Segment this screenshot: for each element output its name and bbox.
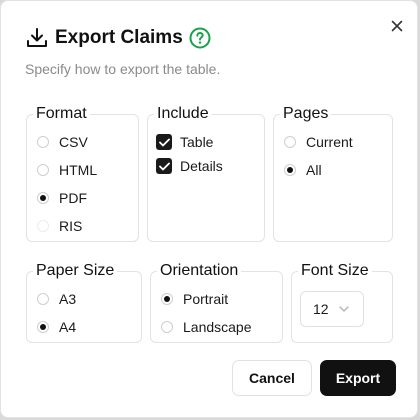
option-label: Current (306, 134, 353, 150)
radio-pdf[interactable] (37, 192, 49, 204)
format-option-html[interactable]: HTML (37, 162, 97, 178)
check-icon (158, 138, 170, 146)
format-legend: Format (33, 105, 90, 123)
help-circle-icon[interactable] (189, 27, 211, 49)
dialog-subtitle: Specify how to export the table. (25, 61, 221, 77)
radio-ris[interactable] (37, 220, 49, 232)
checkbox-table[interactable] (156, 134, 172, 150)
option-label: Table (180, 134, 214, 150)
radio-csv[interactable] (37, 136, 49, 148)
option-label: Details (180, 158, 223, 174)
option-label: PDF (59, 190, 87, 206)
dialog-header: Export Claims (25, 25, 211, 51)
orientation-group: Orientation Portrait Landscape (150, 262, 283, 343)
orientation-legend: Orientation (157, 262, 242, 280)
include-option-details[interactable]: Details (156, 158, 223, 174)
format-option-pdf[interactable]: PDF (37, 190, 87, 206)
font-size-select[interactable]: 12 (300, 291, 364, 327)
paper-size-legend: Paper Size (33, 262, 118, 280)
download-icon (25, 26, 49, 50)
paper-size-option-a4[interactable]: A4 (37, 319, 76, 335)
option-label: Portrait (183, 291, 229, 307)
radio-a4[interactable] (37, 321, 49, 333)
format-group: Format CSV HTML PDF RIS (26, 105, 139, 242)
option-label: CSV (59, 134, 88, 150)
format-option-ris[interactable]: RIS (37, 218, 82, 234)
pages-option-all[interactable]: All (284, 162, 322, 178)
pages-legend: Pages (280, 105, 332, 123)
radio-portrait[interactable] (161, 293, 173, 305)
chevron-down-icon (338, 306, 349, 312)
option-label: HTML (59, 162, 98, 178)
dialog-title: Export Claims (55, 27, 183, 48)
radio-html[interactable] (37, 164, 49, 176)
option-label: Landscape (183, 319, 252, 335)
option-label: A4 (59, 319, 77, 335)
format-option-csv[interactable]: CSV (37, 134, 88, 150)
include-group: Include Table Details (147, 105, 265, 242)
export-dialog: Export Claims Specify how to export the … (0, 0, 418, 418)
include-legend: Include (154, 105, 212, 123)
radio-landscape[interactable] (161, 321, 173, 333)
close-button[interactable] (387, 16, 407, 36)
paper-size-group: Paper Size A3 A4 (26, 262, 142, 343)
cancel-button[interactable]: Cancel (232, 360, 312, 396)
close-icon[interactable] (391, 20, 403, 32)
pages-group: Pages Current All (273, 105, 393, 242)
font-size-legend: Font Size (298, 262, 372, 280)
check-icon (158, 162, 170, 170)
radio-a3[interactable] (37, 293, 49, 305)
include-option-table[interactable]: Table (156, 134, 213, 150)
radio-current[interactable] (284, 136, 296, 148)
option-label: RIS (59, 218, 83, 234)
radio-all[interactable] (284, 164, 296, 176)
paper-size-option-a3[interactable]: A3 (37, 291, 76, 307)
checkbox-details[interactable] (156, 158, 172, 174)
option-label: A3 (59, 291, 77, 307)
font-size-value: 12 (313, 301, 329, 317)
orientation-option-landscape[interactable]: Landscape (161, 319, 252, 335)
pages-option-current[interactable]: Current (284, 134, 353, 150)
orientation-option-portrait[interactable]: Portrait (161, 291, 228, 307)
export-button[interactable]: Export (320, 360, 396, 396)
option-label: All (306, 162, 322, 178)
